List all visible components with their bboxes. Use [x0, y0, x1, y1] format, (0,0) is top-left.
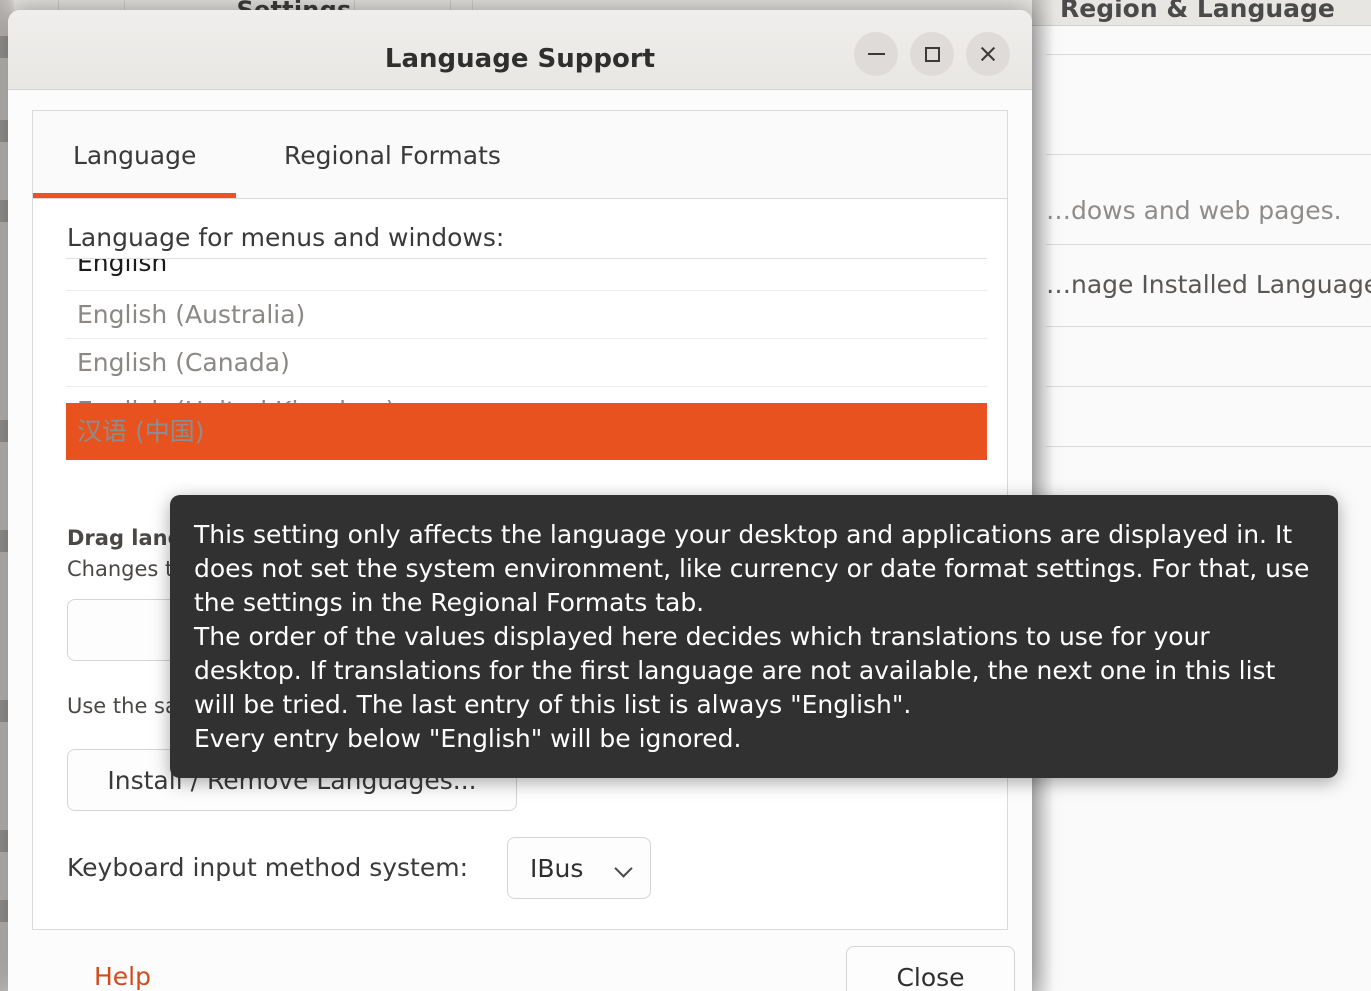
tooltip-paragraph: This setting only affects the language y… — [194, 520, 1310, 617]
list-item[interactable]: English (Australia) — [66, 291, 987, 339]
divider — [1046, 386, 1371, 387]
list-item[interactable]: English (Canada) — [66, 339, 987, 387]
close-button[interactable]: Close — [846, 946, 1015, 991]
tab-bar: Language Regional Formats — [32, 111, 1007, 199]
chevron-down-icon — [614, 859, 633, 878]
background-description-text: …dows and web pages. — [1046, 196, 1342, 225]
dialog-titlebar[interactable]: Language Support — [8, 10, 1032, 90]
tooltip: This setting only affects the language y… — [170, 495, 1338, 778]
list-item[interactable]: English — [66, 259, 987, 291]
tab-regional-formats[interactable]: Regional Formats — [284, 141, 501, 196]
maximize-icon — [924, 46, 940, 62]
divider — [1046, 154, 1371, 155]
list-item[interactable]: English (United Kingdom) — [66, 387, 987, 403]
language-list[interactable]: English English (Australia) English (Can… — [66, 258, 987, 403]
screen: Settings Region & Language …dows and web… — [0, 0, 1371, 991]
tab-language[interactable]: Language — [32, 141, 237, 198]
tooltip-paragraph: Every entry below "English" will be igno… — [194, 724, 742, 753]
close-icon — [979, 45, 997, 63]
keyboard-input-method-select[interactable]: IBus — [507, 837, 651, 899]
minimize-icon — [867, 53, 885, 55]
keyboard-input-method-value: IBus — [530, 853, 584, 883]
maximize-button[interactable] — [910, 32, 954, 76]
keyboard-input-method-label: Keyboard input method system: — [67, 853, 469, 882]
region-language-panel-title: Region & Language — [1060, 0, 1335, 23]
list-item-selected[interactable]: 汉语 (中国) — [66, 403, 987, 460]
divider — [1046, 446, 1371, 447]
divider — [1046, 244, 1371, 245]
manage-installed-languages-row[interactable]: …nage Installed Languages — [1046, 270, 1371, 299]
tooltip-paragraph: The order of the values displayed here d… — [194, 622, 1276, 719]
minimize-button[interactable] — [854, 32, 898, 76]
help-link[interactable]: Help — [94, 962, 151, 991]
divider — [1046, 326, 1371, 327]
divider — [1046, 54, 1371, 55]
close-window-button[interactable] — [966, 32, 1010, 76]
section-label: Language for menus and windows: — [67, 223, 505, 252]
